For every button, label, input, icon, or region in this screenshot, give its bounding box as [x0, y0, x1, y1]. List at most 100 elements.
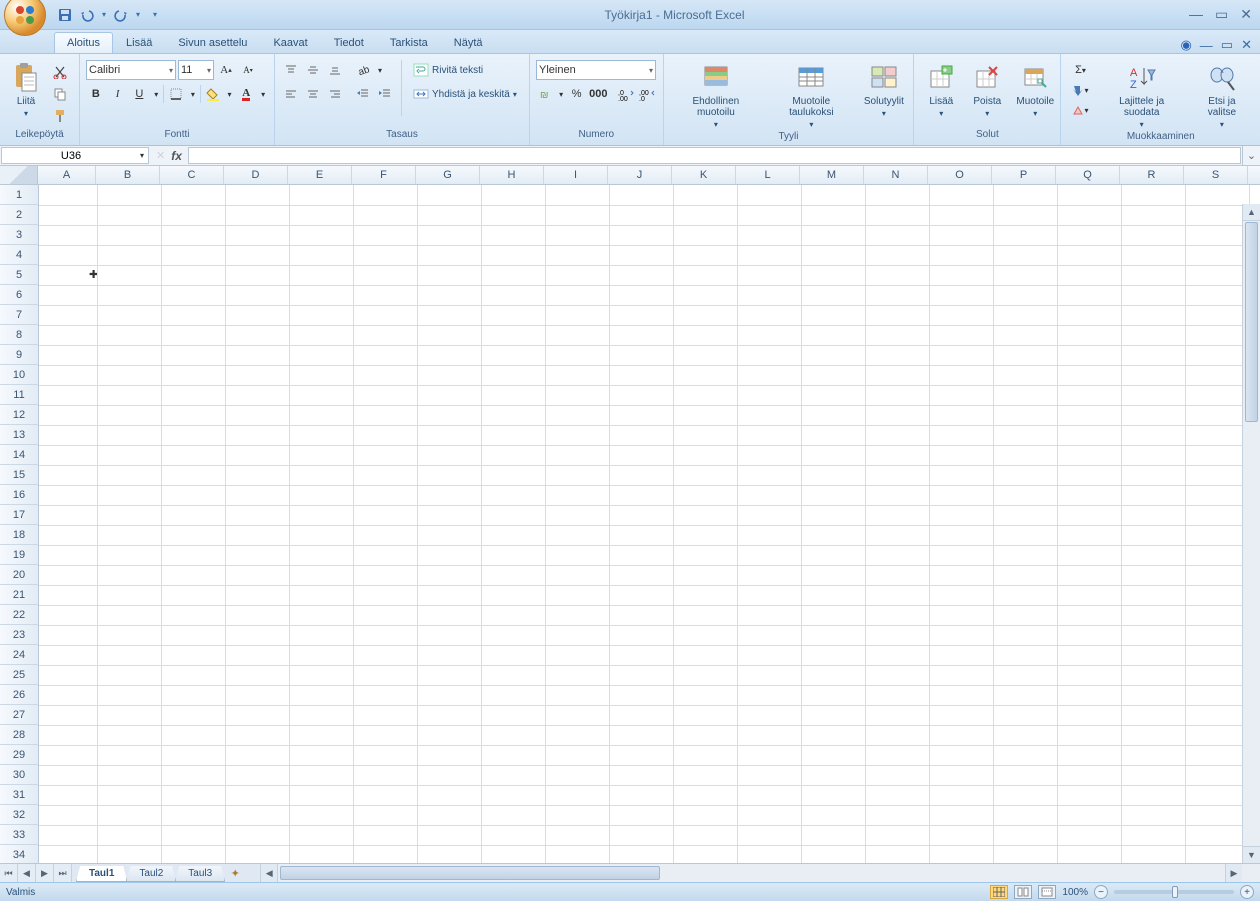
column-header[interactable]: E	[288, 166, 352, 184]
column-header[interactable]: D	[224, 166, 288, 184]
sort-filter-button[interactable]: AZ Lajittele ja suodata▾	[1097, 60, 1185, 131]
align-right-button[interactable]	[325, 84, 345, 104]
name-box[interactable]: ▾	[1, 147, 149, 164]
sheet-nav-first[interactable]: ⏮	[0, 864, 18, 882]
cell-styles-button[interactable]: Solutyylit▾	[861, 60, 908, 120]
column-header[interactable]: I	[544, 166, 608, 184]
maximize-button[interactable]: ▭	[1215, 6, 1228, 23]
column-header[interactable]: F	[352, 166, 416, 184]
normal-view-button[interactable]	[990, 885, 1008, 899]
row-header[interactable]: 4	[0, 245, 38, 265]
column-header[interactable]: M	[800, 166, 864, 184]
row-header[interactable]: 32	[0, 805, 38, 825]
row-header[interactable]: 5	[0, 265, 38, 285]
border-menu[interactable]: ▾	[188, 84, 198, 104]
underline-menu[interactable]: ▾	[151, 84, 161, 104]
row-header[interactable]: 25	[0, 665, 38, 685]
tab-data[interactable]: Tiedot	[321, 32, 377, 53]
select-all-button[interactable]	[0, 166, 38, 184]
qat-customize[interactable]: ▾	[150, 6, 160, 24]
fill-color-button[interactable]	[203, 84, 223, 104]
accounting-menu[interactable]: ▾	[557, 84, 565, 104]
cells-area[interactable]: ✚	[39, 185, 1260, 863]
row-header[interactable]: 2	[0, 205, 38, 225]
row-header[interactable]: 28	[0, 725, 38, 745]
column-header[interactable]: B	[96, 166, 160, 184]
row-header[interactable]: 12	[0, 405, 38, 425]
bold-button[interactable]: B	[86, 84, 106, 104]
row-header[interactable]: 16	[0, 485, 38, 505]
fx-icon[interactable]: fx	[171, 149, 182, 163]
sheet-nav-next[interactable]: ▶	[36, 864, 54, 882]
fill-button[interactable]: ▾	[1067, 80, 1093, 100]
row-header[interactable]: 26	[0, 685, 38, 705]
align-top-button[interactable]	[281, 60, 301, 80]
row-header[interactable]: 10	[0, 365, 38, 385]
expand-formula-bar-button[interactable]: ⌄	[1242, 146, 1260, 165]
vertical-scrollbar[interactable]: ▲ ▼	[1242, 204, 1260, 863]
percent-button[interactable]: %	[567, 84, 586, 104]
row-header[interactable]: 13	[0, 425, 38, 445]
format-cells-button[interactable]: Muotoile▾	[1012, 60, 1058, 120]
paste-button[interactable]: Liitä ▾	[6, 60, 46, 120]
sheet-tab[interactable]: Taul3	[175, 866, 225, 882]
horizontal-scrollbar[interactable]: ◀ ▶	[260, 864, 1260, 882]
column-header[interactable]: C	[160, 166, 224, 184]
row-header[interactable]: 31	[0, 785, 38, 805]
row-header[interactable]: 8	[0, 325, 38, 345]
column-header[interactable]: N	[864, 166, 928, 184]
comma-button[interactable]: 000	[588, 84, 608, 104]
delete-cells-button[interactable]: Poista▾	[966, 60, 1008, 120]
column-header[interactable]: S	[1184, 166, 1248, 184]
zoom-level[interactable]: 100%	[1062, 887, 1088, 898]
grow-font-button[interactable]: A▴	[216, 60, 236, 80]
accounting-format-button[interactable]: ₪	[536, 84, 555, 104]
row-header[interactable]: 9	[0, 345, 38, 365]
row-header[interactable]: 24	[0, 645, 38, 665]
row-header[interactable]: 30	[0, 765, 38, 785]
row-header[interactable]: 20	[0, 565, 38, 585]
column-header[interactable]: J	[608, 166, 672, 184]
decrease-indent-button[interactable]	[353, 84, 373, 104]
tab-page-layout[interactable]: Sivun asettelu	[165, 32, 260, 53]
font-name-combo[interactable]: Calibri▾	[86, 60, 176, 80]
tab-formulas[interactable]: Kaavat	[260, 32, 320, 53]
cut-button[interactable]	[50, 62, 70, 82]
conditional-format-button[interactable]: Ehdollinen muotoilu▾	[670, 60, 763, 131]
help-button[interactable]: ◉	[1180, 37, 1191, 53]
redo-menu[interactable]: ▾	[134, 6, 142, 24]
wrap-text-button[interactable]: Rivitä teksti	[408, 60, 522, 80]
row-header[interactable]: 33	[0, 825, 38, 845]
copy-button[interactable]	[50, 84, 70, 104]
page-layout-view-button[interactable]	[1014, 885, 1032, 899]
column-header[interactable]: L	[736, 166, 800, 184]
underline-button[interactable]: U	[130, 84, 150, 104]
decrease-decimal-button[interactable]: ,00,0	[637, 84, 656, 104]
doc-close-button[interactable]: ✕	[1241, 37, 1252, 53]
row-header[interactable]: 21	[0, 585, 38, 605]
fill-color-menu[interactable]: ▾	[225, 84, 235, 104]
row-header[interactable]: 22	[0, 605, 38, 625]
scroll-left-button[interactable]: ◀	[261, 864, 278, 882]
insert-cells-button[interactable]: Lisää▾	[920, 60, 962, 120]
tab-insert[interactable]: Lisää	[113, 32, 165, 53]
font-color-menu[interactable]: ▾	[258, 84, 268, 104]
hscroll-thumb[interactable]	[280, 866, 660, 880]
find-select-button[interactable]: Etsi ja valitse▾	[1190, 60, 1254, 131]
name-box-input[interactable]	[6, 150, 136, 162]
autosum-button[interactable]: Σ ▾	[1067, 60, 1093, 80]
scroll-down-button[interactable]: ▼	[1243, 846, 1260, 863]
tab-view[interactable]: Näytä	[441, 32, 496, 53]
increase-indent-button[interactable]	[375, 84, 395, 104]
row-header[interactable]: 7	[0, 305, 38, 325]
orientation-menu[interactable]: ▾	[375, 60, 385, 80]
redo-button[interactable]	[112, 6, 130, 24]
sheet-nav-prev[interactable]: ◀	[18, 864, 36, 882]
formula-input[interactable]	[188, 147, 1241, 164]
column-header[interactable]: R	[1120, 166, 1184, 184]
row-header[interactable]: 11	[0, 385, 38, 405]
row-header[interactable]: 17	[0, 505, 38, 525]
zoom-in-button[interactable]: +	[1240, 885, 1254, 899]
border-button[interactable]	[166, 84, 186, 104]
zoom-out-button[interactable]: −	[1094, 885, 1108, 899]
